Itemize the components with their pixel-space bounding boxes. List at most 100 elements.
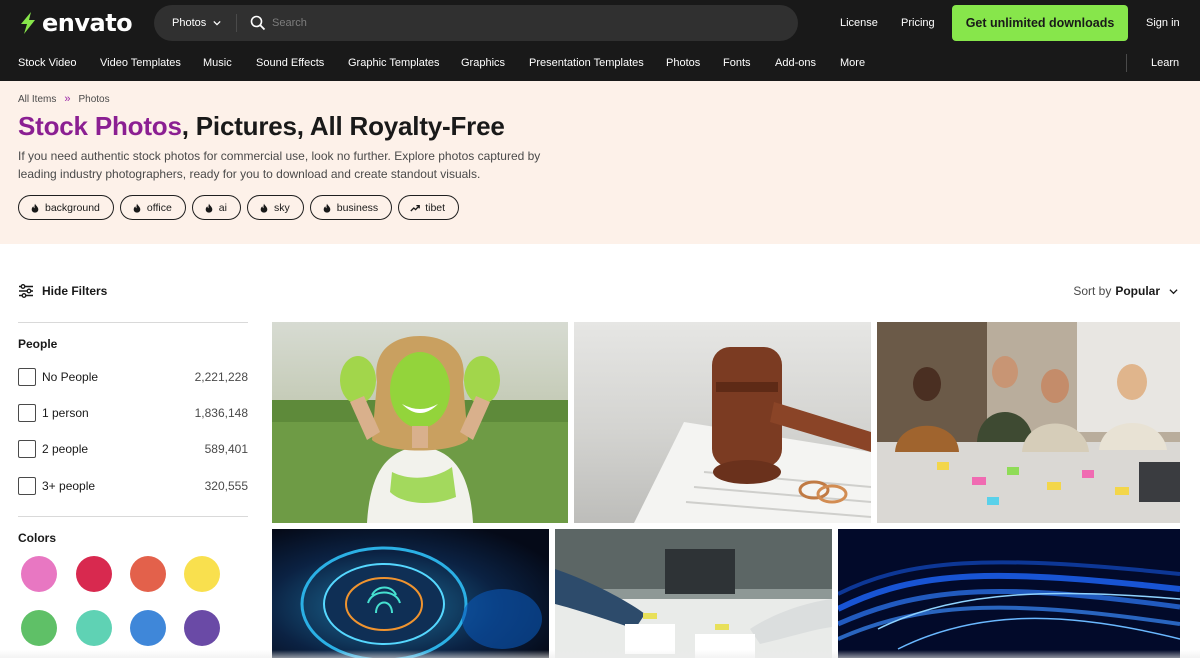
flame-icon bbox=[323, 203, 331, 213]
search-bar: Photos bbox=[154, 5, 798, 41]
tag-office[interactable]: office bbox=[119, 195, 186, 220]
hide-filters-label: Hide Filters bbox=[42, 284, 108, 298]
tag-ai[interactable]: ai bbox=[191, 195, 241, 220]
breadcrumb-all-items[interactable]: All Items bbox=[18, 94, 56, 105]
photo-business-charts[interactable] bbox=[555, 529, 832, 658]
filter-label: No People bbox=[42, 370, 99, 384]
sort-dropdown[interactable]: Sort by Popular bbox=[1073, 283, 1178, 299]
nav-video-templates[interactable]: Video Templates bbox=[100, 46, 181, 79]
sort-prefix: Sort by bbox=[1073, 284, 1112, 298]
color-swatch-teal[interactable] bbox=[76, 610, 112, 646]
tag-label: ai bbox=[218, 201, 227, 214]
photo-image bbox=[555, 529, 832, 658]
filter-label: 3+ people bbox=[42, 479, 96, 493]
pricing-link[interactable]: Pricing bbox=[901, 0, 935, 46]
color-swatch-orange[interactable] bbox=[130, 556, 166, 592]
flame-icon bbox=[260, 203, 268, 213]
sort-value: Popular bbox=[1115, 284, 1160, 298]
filter-label: 1 person bbox=[42, 406, 89, 420]
checkbox[interactable] bbox=[18, 368, 36, 386]
tag-tibet[interactable]: tibet bbox=[398, 195, 460, 220]
nav-graphics[interactable]: Graphics bbox=[461, 46, 505, 79]
tag-background[interactable]: background bbox=[18, 195, 114, 220]
nav-photos[interactable]: Photos bbox=[666, 46, 700, 79]
tag-label: background bbox=[45, 201, 100, 214]
nav-music[interactable]: Music bbox=[203, 46, 232, 79]
photo-team-meeting[interactable] bbox=[877, 322, 1180, 523]
flame-icon bbox=[205, 203, 213, 213]
nav-more[interactable]: More bbox=[840, 46, 865, 79]
tag-sky[interactable]: sky bbox=[246, 195, 304, 220]
nav-add-ons[interactable]: Add-ons bbox=[775, 46, 816, 79]
photo-holi-woman[interactable] bbox=[272, 322, 568, 523]
photo-image bbox=[272, 322, 568, 523]
filter-label: 2 people bbox=[42, 442, 89, 456]
nav-fonts[interactable]: Fonts bbox=[723, 46, 751, 79]
photo-fingerprint-tech[interactable] bbox=[272, 529, 549, 658]
people-filter-title: People bbox=[18, 337, 58, 351]
nav-graphic-templates[interactable]: Graphic Templates bbox=[348, 46, 440, 79]
filter-no-people[interactable]: No People 2,221,228 bbox=[18, 367, 248, 387]
nav-presentation-templates[interactable]: Presentation Templates bbox=[529, 46, 644, 79]
photo-judge-gavel[interactable] bbox=[574, 322, 871, 523]
nav-learn[interactable]: Learn bbox=[1151, 46, 1179, 79]
photo-image bbox=[574, 322, 871, 523]
photo-blue-light-waves[interactable] bbox=[838, 529, 1180, 658]
nav-stock-video[interactable]: Stock Video bbox=[18, 46, 77, 79]
checkbox[interactable] bbox=[18, 404, 36, 422]
filter-3-plus-people[interactable]: 3+ people 320,555 bbox=[18, 476, 248, 496]
logo-text: envato bbox=[42, 9, 133, 37]
photo-image bbox=[877, 322, 1180, 523]
color-swatch-pink[interactable] bbox=[21, 556, 57, 592]
flame-icon bbox=[31, 203, 39, 213]
top-header: envato Photos License Pricing Get unlimi… bbox=[0, 0, 1200, 46]
chevron-down-icon bbox=[213, 20, 221, 26]
filter-count: 589,401 bbox=[204, 442, 248, 456]
breadcrumb-separator: » bbox=[64, 93, 71, 105]
photo-image bbox=[272, 529, 549, 658]
hide-filters-button[interactable]: Hide Filters bbox=[18, 283, 107, 299]
checkbox[interactable] bbox=[18, 440, 36, 458]
tag-business[interactable]: business bbox=[309, 195, 393, 220]
tag-label: office bbox=[146, 201, 172, 214]
flame-icon bbox=[133, 203, 141, 213]
search-category-label: Photos bbox=[172, 17, 207, 29]
tag-label: business bbox=[336, 201, 379, 214]
color-swatch-red[interactable] bbox=[76, 556, 112, 592]
leaf-icon bbox=[21, 12, 35, 34]
trending-up-icon bbox=[410, 204, 421, 211]
hero-section: All Items » Photos Stock Photos, Picture… bbox=[0, 81, 1200, 244]
sign-in-link[interactable]: Sign in bbox=[1146, 0, 1180, 46]
license-link[interactable]: License bbox=[840, 0, 878, 46]
filter-count: 2,221,228 bbox=[194, 370, 248, 384]
page-title: Stock Photos, Pictures, All Royalty-Free bbox=[18, 111, 505, 142]
page-description: If you need authentic stock photos for c… bbox=[18, 149, 541, 181]
color-swatch-green[interactable] bbox=[21, 610, 57, 646]
envato-logo[interactable]: envato bbox=[18, 9, 133, 37]
filter-2-people[interactable]: 2 people 589,401 bbox=[18, 439, 248, 459]
tag-label: tibet bbox=[425, 201, 446, 214]
tag-label: sky bbox=[273, 201, 290, 214]
search-category-dropdown[interactable]: Photos bbox=[172, 5, 221, 41]
search-input[interactable] bbox=[272, 13, 772, 33]
page-title-rest: , Pictures, All Royalty-Free bbox=[181, 111, 505, 141]
filter-count: 1,836,148 bbox=[194, 406, 248, 420]
colors-filter-title: Colors bbox=[18, 531, 57, 545]
chevron-down-icon bbox=[1169, 288, 1178, 294]
color-swatch-purple[interactable] bbox=[184, 610, 220, 646]
color-swatch-yellow[interactable] bbox=[184, 556, 220, 592]
popular-tags: background office ai sky business tibet bbox=[18, 195, 460, 220]
nav-divider bbox=[1126, 54, 1127, 72]
filter-count: 320,555 bbox=[204, 479, 248, 493]
filter-1-person[interactable]: 1 person 1,836,148 bbox=[18, 403, 248, 423]
color-swatch-blue[interactable] bbox=[130, 610, 166, 646]
category-nav: Stock Video Video Templates Music Sound … bbox=[0, 46, 1200, 81]
search-icon[interactable] bbox=[250, 15, 266, 31]
scroll-fade bbox=[0, 650, 1200, 658]
breadcrumb-photos: Photos bbox=[78, 93, 110, 105]
get-unlimited-downloads-button[interactable]: Get unlimited downloads bbox=[952, 5, 1128, 41]
breadcrumb: All Items » Photos bbox=[18, 93, 110, 105]
search-divider bbox=[236, 14, 237, 32]
checkbox[interactable] bbox=[18, 477, 36, 495]
nav-sound-effects[interactable]: Sound Effects bbox=[256, 46, 324, 79]
